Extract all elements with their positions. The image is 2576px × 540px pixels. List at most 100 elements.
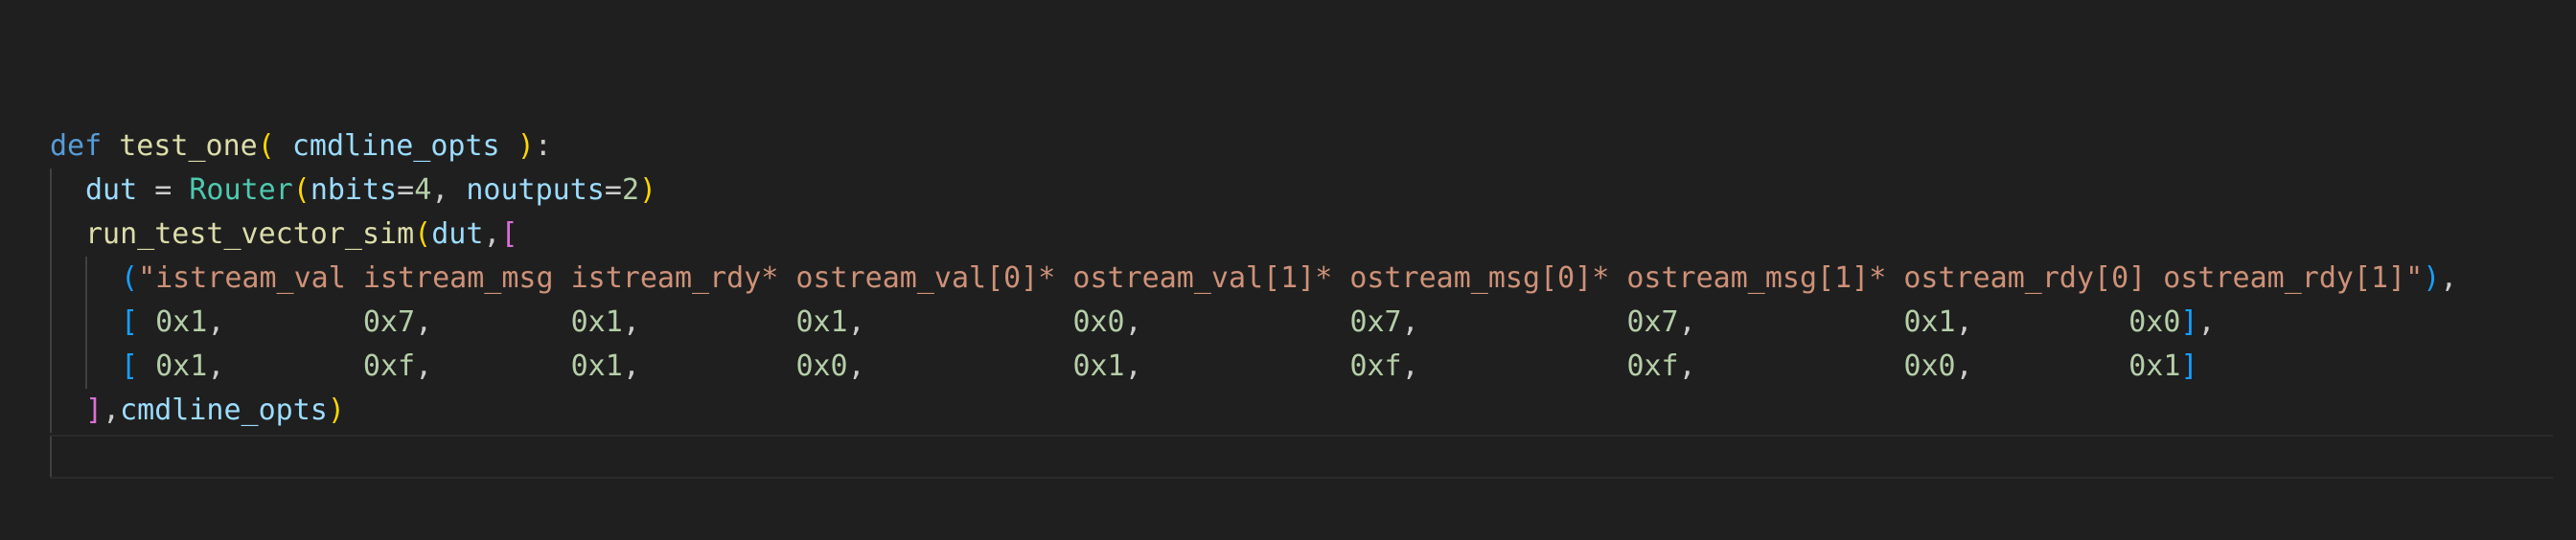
code-token: , <box>415 305 571 339</box>
code-token: ] <box>2180 305 2198 339</box>
code-token: 0x0 <box>2128 305 2181 339</box>
indent-guide <box>50 345 52 389</box>
code-token: ) <box>639 173 657 207</box>
code-token: 0x1 <box>155 305 208 339</box>
code-token: cmdline_opts <box>120 394 328 427</box>
indent-guide <box>50 213 52 257</box>
code-token: ( <box>121 261 139 295</box>
code-token: 0xf <box>362 349 416 383</box>
code-token: 0x1 <box>155 349 208 383</box>
code-token: , <box>431 173 467 207</box>
indent-guide <box>50 437 52 477</box>
code-token: 0x1 <box>2128 349 2181 383</box>
code-token: 0x1 <box>570 305 623 339</box>
code-token: 0x7 <box>362 305 416 339</box>
code-token: , <box>103 394 121 427</box>
code-token: Router <box>189 173 293 207</box>
code-token: ( <box>292 173 310 207</box>
code-token: ] <box>85 394 104 427</box>
code-token: , <box>622 305 796 339</box>
code-token: = <box>604 173 622 207</box>
code-token: , <box>2440 261 2458 295</box>
code-line[interactable]: dut = Router(nbits=4, noutputs=2) <box>50 169 2553 213</box>
code-token: ] <box>2180 349 2198 383</box>
code-token: , <box>1955 349 2129 383</box>
code-token: , <box>1678 305 1904 339</box>
code-token: 0x1 <box>1903 305 1956 339</box>
code-line[interactable]: ],cmdline_opts) <box>50 389 2553 433</box>
code-line[interactable]: ("istream_val istream_msg istream_rdy* o… <box>50 257 2553 301</box>
code-token: 0x1 <box>570 349 623 383</box>
code-token: def <box>50 129 103 163</box>
indent-guide <box>50 389 52 433</box>
indent-guide <box>50 169 52 213</box>
code-token: "istream_val istream_msg istream_rdy* os… <box>138 261 2424 295</box>
current-line-highlight[interactable] <box>50 435 2553 479</box>
code-token: dut <box>85 173 138 207</box>
code-token: ) <box>517 129 535 163</box>
code-token: 2 <box>621 173 639 207</box>
code-token: , <box>2197 305 2216 339</box>
code-line[interactable]: [ 0x1, 0x7, 0x1, 0x1, 0x0, 0x7, 0x7, 0x1… <box>50 301 2553 345</box>
code-token: 0x0 <box>1072 305 1125 339</box>
code-line-content: [ 0x1, 0x7, 0x1, 0x1, 0x0, 0x7, 0x7, 0x1… <box>50 305 2216 339</box>
code-token: , <box>847 305 1073 339</box>
code-token: run_test_vector_sim <box>85 217 415 251</box>
code-line[interactable]: run_test_vector_sim(dut,[ <box>50 213 2553 257</box>
code-token: 0x0 <box>1903 349 1956 383</box>
code-token: , <box>847 349 1073 383</box>
code-token: 0x7 <box>1626 305 1679 339</box>
code-token: ) <box>2423 261 2441 295</box>
code-token: , <box>1124 349 1350 383</box>
code-token: dut <box>431 217 484 251</box>
code-token: , <box>207 305 363 339</box>
code-token: 0x1 <box>1072 349 1125 383</box>
code-token: 0x7 <box>1349 305 1402 339</box>
code-token: = <box>397 173 415 207</box>
code-token: , <box>1955 305 2129 339</box>
code-token: , <box>1124 305 1350 339</box>
code-lines: def test_one( cmdline_opts ): dut = Route… <box>50 124 2553 433</box>
code-line-content: [ 0x1, 0xf, 0x1, 0x0, 0x1, 0xf, 0xf, 0x0… <box>50 349 2198 383</box>
indent-guide <box>85 301 87 345</box>
indent-guide <box>85 345 87 389</box>
code-line-content: ("istream_val istream_msg istream_rdy* o… <box>50 261 2457 295</box>
code-token: , <box>483 217 501 251</box>
code-editor[interactable]: def test_one( cmdline_opts ): dut = Route… <box>50 124 2553 483</box>
code-token: , <box>1401 305 1627 339</box>
code-token: , <box>622 349 796 383</box>
indent-guide <box>85 257 87 301</box>
code-line-content: run_test_vector_sim(dut,[ <box>50 217 518 251</box>
code-token: [ <box>500 217 518 251</box>
indent-guide <box>50 301 52 345</box>
code-token: [ <box>121 349 139 383</box>
code-token: ) <box>327 394 345 427</box>
code-token: 0xf <box>1349 349 1402 383</box>
code-line[interactable]: [ 0x1, 0xf, 0x1, 0x0, 0x1, 0xf, 0xf, 0x0… <box>50 345 2553 389</box>
code-token: ( <box>257 129 275 163</box>
code-token: 4 <box>414 173 432 207</box>
code-line-content: ],cmdline_opts) <box>50 394 345 427</box>
code-line[interactable]: def test_one( cmdline_opts ): <box>50 124 2553 169</box>
code-token: test_one <box>119 129 258 163</box>
code-line-content: dut = Router(nbits=4, noutputs=2) <box>50 173 656 207</box>
code-token: cmdline_opts <box>291 129 500 163</box>
code-token: 0xf <box>1626 349 1679 383</box>
code-token: [ <box>121 305 139 339</box>
code-token: , <box>1401 349 1627 383</box>
code-token: : <box>534 129 552 163</box>
code-token: 0x0 <box>795 349 848 383</box>
code-token: , <box>207 349 363 383</box>
code-token: noutputs <box>466 173 605 207</box>
code-token: , <box>415 349 571 383</box>
code-token: = <box>137 173 190 207</box>
code-token: 0x1 <box>795 305 848 339</box>
indent-guide <box>50 257 52 301</box>
code-line-content: def test_one( cmdline_opts ): <box>50 129 552 163</box>
code-token: ( <box>414 217 432 251</box>
